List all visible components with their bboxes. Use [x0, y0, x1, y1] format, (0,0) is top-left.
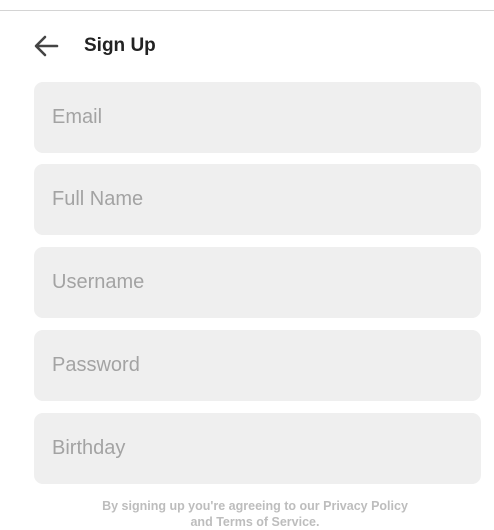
email-field[interactable]: [34, 82, 481, 153]
birthday-field-container: [34, 413, 481, 484]
arrow-left-icon: [33, 35, 59, 57]
password-field-container: [34, 330, 481, 401]
username-field-container: [34, 247, 481, 318]
email-field-container: [34, 82, 481, 153]
full-name-field[interactable]: [34, 164, 481, 235]
full-name-field-container: [34, 164, 481, 235]
privacy-policy-link[interactable]: Privacy Policy: [323, 499, 408, 513]
terms-of-service-link[interactable]: Terms of Service: [216, 515, 316, 529]
back-button[interactable]: [28, 30, 64, 62]
legal-prefix: By signing up you're agreeing to our: [102, 499, 324, 513]
password-field[interactable]: [34, 330, 481, 401]
legal-middle: and: [190, 515, 217, 529]
legal-suffix: .: [316, 515, 320, 529]
header: Sign Up: [0, 26, 494, 66]
legal-line-1: By signing up you're agreeing to our Pri…: [0, 498, 494, 514]
username-field[interactable]: [34, 247, 481, 318]
legal-line-2: and Terms of Service.: [0, 514, 494, 530]
legal-disclaimer: By signing up you're agreeing to our Pri…: [0, 498, 494, 530]
birthday-field[interactable]: [34, 413, 481, 484]
top-divider: [0, 10, 494, 11]
page-title: Sign Up: [84, 35, 156, 56]
